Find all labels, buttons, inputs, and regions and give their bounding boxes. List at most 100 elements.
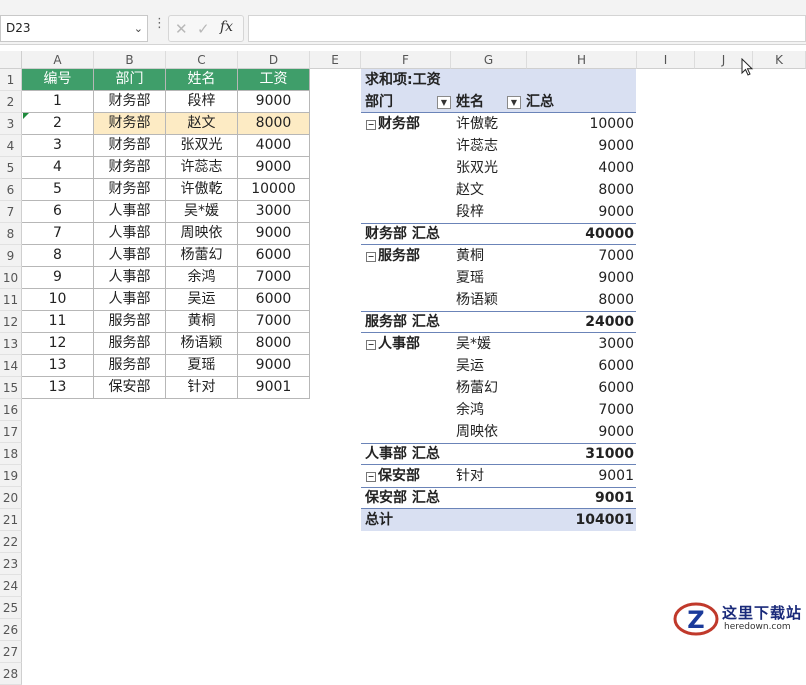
column-header-K[interactable]: K xyxy=(753,51,806,69)
table-cell[interactable]: 9000 xyxy=(238,91,310,113)
table-cell[interactable]: 人事部 xyxy=(94,289,166,311)
row-header-9[interactable]: 9 xyxy=(0,245,22,267)
pivot-value-cell[interactable]: 8000 xyxy=(527,289,634,311)
pivot-value-cell[interactable]: 9000 xyxy=(527,421,634,443)
pivot-subtotal-label[interactable]: 财务部 汇总 xyxy=(365,223,440,245)
collapse-icon[interactable]: − xyxy=(366,472,376,482)
table-cell[interactable]: 财务部 xyxy=(94,113,166,135)
row-header-14[interactable]: 14 xyxy=(0,355,22,377)
pivot-name-cell[interactable]: 余鸿 xyxy=(456,399,484,421)
formula-input[interactable] xyxy=(248,15,806,42)
pivot-grand-total-value[interactable]: 104001 xyxy=(527,509,634,531)
row-header-13[interactable]: 13 xyxy=(0,333,22,355)
pivot-value-cell[interactable]: 8000 xyxy=(527,179,634,201)
table-cell[interactable]: 4 xyxy=(22,157,94,179)
table-cell[interactable]: 杨语颖 xyxy=(166,333,238,355)
table-cell[interactable]: 9001 xyxy=(238,377,310,399)
pivot-value-cell[interactable]: 7000 xyxy=(527,245,634,267)
pivot-subtotal-value[interactable]: 24000 xyxy=(527,311,634,333)
table-cell[interactable]: 6000 xyxy=(238,289,310,311)
table-cell[interactable]: 余鸿 xyxy=(166,267,238,289)
pivot-name-cell[interactable]: 杨语颖 xyxy=(456,289,498,311)
row-header-23[interactable]: 23 xyxy=(0,553,22,575)
table-cell[interactable]: 7 xyxy=(22,223,94,245)
pivot-name-cell[interactable]: 赵文 xyxy=(456,179,484,201)
row-header-6[interactable]: 6 xyxy=(0,179,22,201)
table-cell[interactable]: 1 xyxy=(22,91,94,113)
pivot-name-cell[interactable]: 夏瑶 xyxy=(456,267,484,289)
pivot-name-cell[interactable]: 段梓 xyxy=(456,201,484,223)
row-header-15[interactable]: 15 xyxy=(0,377,22,399)
pivot-value-cell[interactable]: 6000 xyxy=(527,377,634,399)
table-cell[interactable]: 服务部 xyxy=(94,355,166,377)
confirm-icon[interactable]: ✓ xyxy=(197,20,210,38)
row-header-11[interactable]: 11 xyxy=(0,289,22,311)
column-header-D[interactable]: D xyxy=(238,51,310,69)
pivot-dept-label[interactable]: − 财务部 xyxy=(366,113,420,135)
table-header-cell[interactable]: 编号 xyxy=(22,69,94,91)
chevron-down-icon[interactable]: ⌄ xyxy=(134,16,143,41)
row-header-17[interactable]: 17 xyxy=(0,421,22,443)
pivot-value-cell[interactable]: 9000 xyxy=(527,201,634,223)
row-header-1[interactable]: 1 xyxy=(0,69,22,91)
row-header-28[interactable]: 28 xyxy=(0,663,22,685)
pivot-name-cell[interactable]: 许蕊志 xyxy=(456,135,498,157)
pivot-value-cell[interactable]: 7000 xyxy=(527,399,634,421)
pivot-value-cell[interactable]: 9000 xyxy=(527,267,634,289)
pivot-subtotal-value[interactable]: 9001 xyxy=(527,487,634,509)
table-cell[interactable]: 吴运 xyxy=(166,289,238,311)
row-header-12[interactable]: 12 xyxy=(0,311,22,333)
pivot-name-cell[interactable]: 吴*媛 xyxy=(456,333,491,355)
table-cell[interactable]: 人事部 xyxy=(94,223,166,245)
table-cell[interactable]: 财务部 xyxy=(94,157,166,179)
row-header-8[interactable]: 8 xyxy=(0,223,22,245)
pivot-value-cell[interactable]: 10000 xyxy=(527,113,634,135)
pivot-subtotal-label[interactable]: 人事部 汇总 xyxy=(365,443,440,465)
collapse-icon[interactable]: − xyxy=(366,252,376,262)
column-header-G[interactable]: G xyxy=(451,51,527,69)
table-cell[interactable]: 7000 xyxy=(238,267,310,289)
pivot-value-cell[interactable]: 9001 xyxy=(527,465,634,487)
table-cell[interactable]: 9000 xyxy=(238,157,310,179)
table-cell[interactable]: 3000 xyxy=(238,201,310,223)
pivot-dept-label[interactable]: − 服务部 xyxy=(366,245,420,267)
column-header-C[interactable]: C xyxy=(166,51,238,69)
table-cell[interactable]: 许傲乾 xyxy=(166,179,238,201)
table-cell[interactable]: 13 xyxy=(22,355,94,377)
column-header-I[interactable]: I xyxy=(637,51,695,69)
table-cell[interactable]: 8 xyxy=(22,245,94,267)
more-options-icon[interactable]: ⋮ xyxy=(153,16,166,31)
table-cell[interactable]: 财务部 xyxy=(94,179,166,201)
table-cell[interactable]: 赵文 xyxy=(166,113,238,135)
table-cell[interactable]: 8000 xyxy=(238,333,310,355)
row-header-22[interactable]: 22 xyxy=(0,531,22,553)
table-cell[interactable]: 杨蕾幻 xyxy=(166,245,238,267)
row-header-24[interactable]: 24 xyxy=(0,575,22,597)
select-all-corner[interactable] xyxy=(0,51,22,69)
table-cell[interactable]: 10 xyxy=(22,289,94,311)
row-header-25[interactable]: 25 xyxy=(0,597,22,619)
name-box[interactable]: D23 ⌄ xyxy=(0,15,148,42)
pivot-name-cell[interactable]: 杨蕾幻 xyxy=(456,377,498,399)
table-cell[interactable]: 9000 xyxy=(238,223,310,245)
row-header-21[interactable]: 21 xyxy=(0,509,22,531)
pivot-value-cell[interactable]: 3000 xyxy=(527,333,634,355)
pivot-dept-label[interactable]: − 人事部 xyxy=(366,333,420,355)
row-header-18[interactable]: 18 xyxy=(0,443,22,465)
filter-dropdown-icon[interactable]: ▼ xyxy=(437,96,451,109)
row-header-20[interactable]: 20 xyxy=(0,487,22,509)
table-cell[interactable]: 人事部 xyxy=(94,201,166,223)
pivot-dept-label[interactable]: − 保安部 xyxy=(366,465,420,487)
pivot-value-cell[interactable]: 6000 xyxy=(527,355,634,377)
table-cell[interactable]: 财务部 xyxy=(94,135,166,157)
table-cell[interactable]: 5 xyxy=(22,179,94,201)
row-header-27[interactable]: 27 xyxy=(0,641,22,663)
column-header-F[interactable]: F xyxy=(361,51,451,69)
pivot-name-cell[interactable]: 黄桐 xyxy=(456,245,484,267)
table-cell[interactable]: 财务部 xyxy=(94,91,166,113)
table-header-cell[interactable]: 部门 xyxy=(94,69,166,91)
pivot-subtotal-value[interactable]: 31000 xyxy=(527,443,634,465)
filter-dropdown-icon[interactable]: ▼ xyxy=(507,96,521,109)
column-header-B[interactable]: B xyxy=(94,51,166,69)
table-cell[interactable]: 10000 xyxy=(238,179,310,201)
